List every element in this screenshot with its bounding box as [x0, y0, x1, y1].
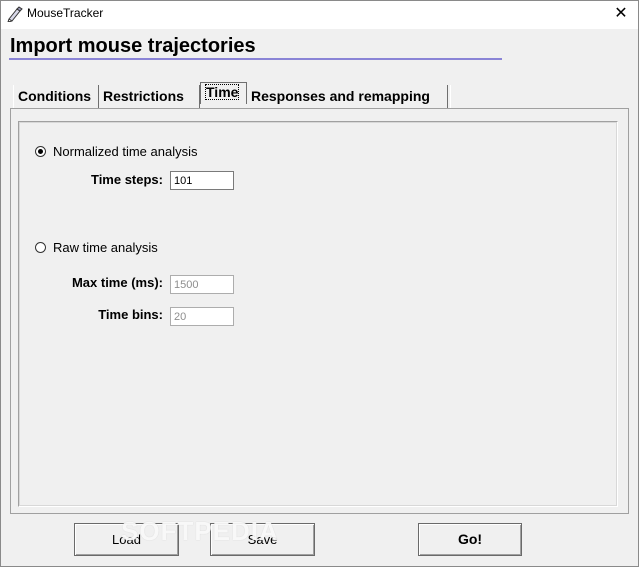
title-bar: MouseTracker ✕: [1, 1, 638, 29]
app-window: MouseTracker ✕ Import mouse trajectories…: [0, 0, 639, 567]
tab-responses-label: Responses and remapping: [251, 88, 430, 104]
time-steps-input[interactable]: [170, 171, 234, 190]
time-bins-label: Time bins:: [98, 307, 163, 322]
time-steps-label: Time steps:: [90, 172, 163, 187]
title-underline: [9, 58, 502, 60]
tab-conditions-label: Conditions: [18, 88, 92, 104]
tab-restrictions-label: Restrictions: [103, 88, 184, 104]
go-button[interactable]: Go!: [418, 523, 522, 556]
raw-time-label[interactable]: Raw time analysis: [53, 240, 158, 255]
max-time-input[interactable]: [170, 275, 234, 294]
normalized-time-label[interactable]: Normalized time analysis: [53, 144, 198, 159]
mousetracker-app-icon: [7, 6, 23, 23]
load-button[interactable]: Load: [74, 523, 179, 556]
tab-time[interactable]: Time: [200, 82, 247, 104]
tab-strip-edge: [447, 85, 451, 108]
page-title: Import mouse trajectories: [10, 35, 256, 57]
tab-restrictions[interactable]: Restrictions: [99, 85, 200, 108]
save-button[interactable]: Save: [210, 523, 315, 556]
window-title: MouseTracker: [27, 6, 104, 20]
time-bins-input[interactable]: [170, 307, 234, 326]
tab-responses-and-remapping[interactable]: Responses and remapping: [247, 85, 447, 108]
close-icon[interactable]: ✕: [604, 1, 638, 29]
max-time-label: Max time (ms):: [71, 275, 163, 290]
raw-time-radio[interactable]: [35, 242, 46, 253]
tab-conditions[interactable]: Conditions: [13, 85, 99, 108]
normalized-time-radio[interactable]: [35, 146, 46, 157]
tab-time-label: Time: [205, 84, 240, 100]
